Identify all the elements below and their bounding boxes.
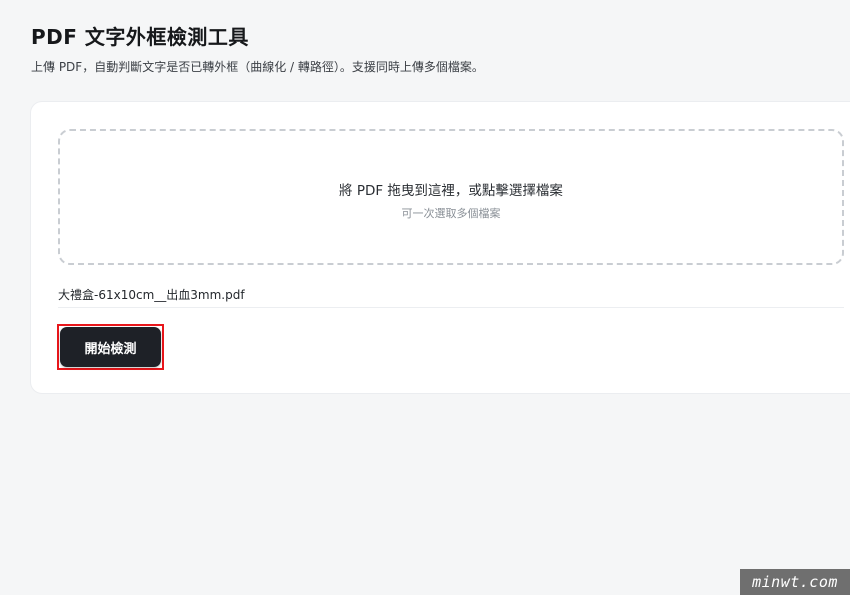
page: PDF 文字外框檢測工具 上傳 PDF，自動判斷文字是否已轉外框（曲線化 / 轉… [0,0,850,595]
file-list-item: 大禮盒-61x10cm__出血3mm.pdf [58,285,844,308]
file-name: 大禮盒-61x10cm__出血3mm.pdf [58,288,245,302]
file-dropzone[interactable]: 將 PDF 拖曳到這裡，或點擊選擇檔案 可一次選取多個檔案 [58,129,844,265]
start-check-button[interactable]: 開始檢測 [60,327,161,367]
watermark: minwt.com [740,569,850,595]
page-title: PDF 文字外框檢測工具 [31,25,249,49]
upload-card: 將 PDF 拖曳到這裡，或點擊選擇檔案 可一次選取多個檔案 大禮盒-61x10c… [30,101,850,394]
dropzone-text: 將 PDF 拖曳到這裡，或點擊選擇檔案 [339,183,563,199]
dropzone-hint: 可一次選取多個檔案 [401,207,501,220]
page-subtitle: 上傳 PDF，自動判斷文字是否已轉外框（曲線化 / 轉路徑）。支援同時上傳多個檔… [31,60,484,74]
